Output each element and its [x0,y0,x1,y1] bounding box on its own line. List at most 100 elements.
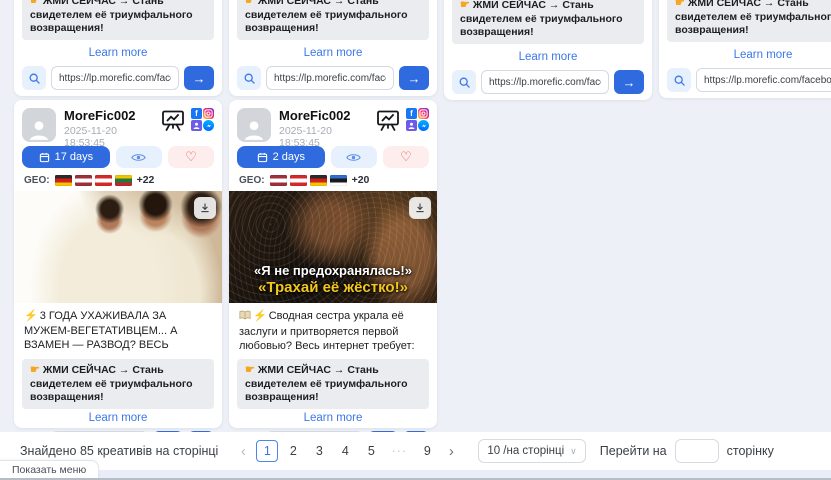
person-icon [241,116,267,142]
cta-text: ЖМИ СЕЙЧАС → Стань свидетелем её триумфа… [30,0,193,34]
creative-card-top-1: ☛ЖМИ СЕЙЧАС → Стань свидетелем её триумф… [14,0,222,96]
avatar [237,108,271,142]
favorite-heart-button[interactable]: ♡ [168,146,214,168]
geo-label: GEO: [239,175,265,186]
page-name[interactable]: MoreFic002 [64,108,160,123]
facebook-icon: f [191,108,202,119]
open-url-button[interactable]: → [399,66,429,90]
presentation-chart-icon[interactable] [375,108,401,132]
arrow-right-icon: → [408,71,421,86]
flag-lv [75,175,92,186]
geo-more-count[interactable]: +22 [137,174,155,186]
creative-card-top-4: ☛ЖМИ СЕЙЧАС → Стань свидетелем её триумф… [659,0,831,98]
ad-creative-image[interactable] [14,191,222,303]
flag-de [55,175,72,186]
flag-at [290,175,307,186]
geo-more-count[interactable]: +20 [352,174,370,186]
creative-card-top-3: ИНТЕРНЕТ ЖДЁТ ЕЁ СМЕР ... more ☛ЖМИ СЕЙЧ… [444,0,652,100]
page-list: 12345···9 [254,440,440,462]
pointing-hand-icon: ☛ [460,0,470,11]
learn-more-link[interactable]: Learn more [229,411,437,425]
arrow-right-icon: → [193,71,206,86]
landing-url-input[interactable] [696,68,831,92]
page-button-9[interactable]: 9 [414,444,440,458]
preview-eye-button[interactable] [116,146,162,168]
page-button-2[interactable]: 2 [280,444,306,458]
lightning-icon: ⚡ [24,310,38,322]
pointing-hand-icon: ☛ [245,364,255,376]
show-menu-button[interactable]: Показать меню [0,460,99,478]
geo-flags [270,175,347,186]
book-icon [239,310,251,325]
page-size-select[interactable]: 10 /на сторінці ∨ [478,439,585,463]
pointing-hand-icon: ☛ [30,0,40,7]
platforms: f [191,108,214,131]
open-url-button[interactable]: → [614,70,644,94]
search-button[interactable] [667,68,691,92]
download-image-button[interactable] [409,197,431,219]
learn-more-link[interactable]: Learn more [14,411,222,425]
pagination-bar: Знайдено 85 креативів на сторінці ‹ 1234… [0,432,831,470]
calendar-icon [39,152,50,163]
audience-network-icon [406,120,417,131]
page-button-3[interactable]: 3 [306,444,332,458]
preview-eye-button[interactable] [331,146,377,168]
page-button-4[interactable]: 4 [332,444,358,458]
goto-prefix-label: Перейти на [600,444,667,458]
heart-icon: ♡ [400,149,412,165]
cta-box: ☛ЖМИ СЕЙЧАС → Стань свидетелем её триумф… [22,0,214,40]
favorite-heart-button[interactable]: ♡ [383,146,429,168]
search-button[interactable] [237,66,261,90]
next-page-button[interactable]: › [440,443,462,460]
goto-suffix-label: сторінку [727,444,774,458]
cta-box: ☛ЖМИ СЕЙЧАС → Стань свидетелем её триумф… [22,359,214,409]
cta-text: ЖМИ СЕЙЧАС → Стань свидетелем её триумфа… [245,364,408,403]
instagram-icon [203,108,214,119]
ad-creative-image[interactable]: «Я не предохранялась!» «Трахай её жёстко… [229,191,437,303]
person-icon [26,116,52,142]
geo-flags [55,175,132,186]
goto-page-input[interactable] [675,439,719,463]
search-button[interactable] [452,70,476,94]
download-image-button[interactable] [194,197,216,219]
cta-box: ☛ЖМИ СЕЙЧАС → Стань свидетелем её триумф… [452,0,644,44]
page-name[interactable]: MoreFic002 [279,108,375,123]
search-icon [243,72,256,85]
geo-label: GEO: [24,175,50,186]
landing-url-input[interactable] [266,66,394,90]
page-ellipsis: ··· [384,444,414,458]
prev-page-button[interactable]: ‹ [232,443,254,460]
days-active-button[interactable]: 17 days [22,146,110,168]
flag-at [95,175,112,186]
cta-text: ЖМИ СЕЙЧАС → Стань свидетелем её триумфа… [245,0,408,34]
cta-text: ЖМИ СЕЙЧАС → Стань свидетелем её триумфа… [30,364,193,403]
flag-ee [330,175,347,186]
flag-lv [270,175,287,186]
learn-more-link[interactable]: Learn more [667,48,831,62]
open-url-button[interactable]: → [184,66,214,90]
eye-icon [346,152,361,163]
facebook-icon: f [406,108,417,119]
page-button-5[interactable]: 5 [358,444,384,458]
cta-text: ЖМИ СЕЙЧАС → Стань свидетелем её триумфа… [675,0,831,36]
messenger-icon [203,120,214,131]
arrow-right-icon: → [623,75,636,90]
flag-de [310,175,327,186]
learn-more-link[interactable]: Learn more [452,50,644,64]
cta-box: ☛ЖМИ СЕЙЧАС → Стань свидетелем её триумф… [237,359,429,409]
search-icon [28,72,41,85]
instagram-icon [418,108,429,119]
creative-card-1: MoreFic002 2025-11-20 18:53:45 f 17 days… [14,100,222,428]
platforms: f [406,108,429,131]
page-button-1[interactable]: 1 [256,440,278,462]
days-active-button[interactable]: 2 days [237,146,325,168]
chevron-down-icon: ∨ [570,446,577,457]
landing-url-input[interactable] [481,70,609,94]
avatar [22,108,56,142]
search-button[interactable] [22,66,46,90]
presentation-chart-icon[interactable] [160,108,186,132]
learn-more-link[interactable]: Learn more [237,46,429,60]
landing-url-input[interactable] [51,66,179,90]
learn-more-link[interactable]: Learn more [22,46,214,60]
messenger-icon [418,120,429,131]
